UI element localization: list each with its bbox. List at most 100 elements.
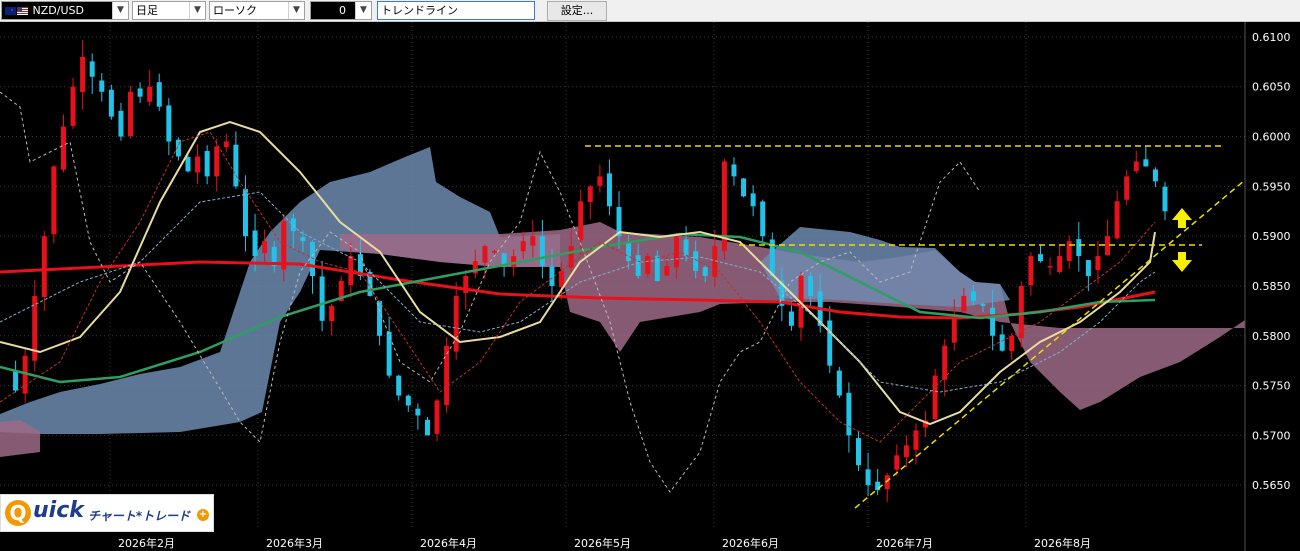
candle-down	[626, 241, 632, 262]
candle-up	[1018, 285, 1024, 339]
price-tick-label: 0.5700	[1252, 429, 1291, 442]
chart-type-label: ローソク	[213, 4, 257, 17]
candle-up	[645, 256, 651, 274]
candle-down	[300, 237, 306, 242]
candle-down	[424, 419, 430, 436]
candle-down	[741, 178, 747, 197]
price-chart[interactable]: 0.6100 0.6050 0.6000 0.5950 0.5900 0.5850 0.58…	[0, 22, 1300, 551]
candle-up	[932, 375, 938, 420]
candle-down	[1162, 186, 1168, 212]
candle-down	[396, 375, 402, 396]
chart-toolbar: NZD/USD ▼ 日足 ▼ ローソク ▼ 0 ▼ トレンドライン 設定...	[0, 0, 1300, 22]
candle-up	[262, 241, 268, 254]
price-tick-label: 0.5950	[1252, 180, 1291, 193]
candle-up	[1009, 335, 1015, 352]
candle-down	[242, 189, 248, 237]
candle-up	[1095, 256, 1101, 271]
candle-down	[137, 88, 143, 97]
candle-down	[108, 89, 114, 117]
candle-down	[89, 61, 95, 77]
candle-up	[453, 295, 459, 352]
candle-up	[329, 305, 335, 322]
candle-down	[606, 173, 612, 207]
candle-down	[836, 370, 842, 396]
candle-up	[1057, 256, 1063, 272]
timeframe-select[interactable]: 日足 ▼	[132, 1, 206, 20]
candle-up	[530, 236, 536, 246]
symbol-select[interactable]: NZD/USD ▼	[1, 1, 129, 20]
date-tick-label: 2026年6月	[722, 536, 779, 550]
candle-up	[195, 156, 201, 173]
date-tick-label: 2026年4月	[420, 536, 477, 550]
candle-up	[597, 176, 603, 186]
candle-up	[884, 475, 890, 490]
candle-up	[1047, 266, 1053, 268]
candle-up	[70, 86, 76, 126]
timeframe-label: 日足	[136, 4, 158, 17]
candle-down	[99, 80, 105, 92]
candle-down	[539, 236, 545, 267]
candle-up	[568, 246, 574, 268]
candle-down	[635, 255, 641, 276]
chevron-down-icon: ▼	[189, 2, 205, 19]
price-tick-label: 0.6100	[1252, 31, 1291, 44]
price-tick-label: 0.5750	[1252, 380, 1291, 393]
candle-down	[693, 251, 699, 272]
drawing-tool-label: トレンドライン	[381, 4, 458, 17]
candle-down	[654, 255, 660, 281]
candle-up	[1124, 176, 1130, 200]
candle-down	[990, 307, 996, 336]
candle-up	[578, 201, 584, 241]
candle-up	[961, 295, 967, 312]
chevron-down-icon: ▼	[355, 2, 371, 19]
candle-down	[310, 241, 316, 276]
symbol-label: NZD/USD	[32, 4, 84, 17]
candle-up	[223, 141, 229, 148]
candle-down	[549, 266, 555, 286]
candle-up	[894, 455, 900, 470]
quick-chart-trade-logo: Q uick チャート*トレード +	[0, 494, 214, 532]
settings-button[interactable]: 設定...	[547, 1, 607, 21]
date-tick-label: 2026年2月	[118, 536, 175, 550]
candle-up	[587, 186, 593, 203]
candle-up	[482, 246, 488, 263]
candle-down	[377, 300, 383, 336]
drawing-tool-name[interactable]: トレンドライン	[377, 1, 535, 20]
candle-down	[760, 201, 766, 237]
candle-up	[214, 146, 220, 177]
candle-up	[434, 400, 440, 434]
price-tick-label: 0.5800	[1252, 330, 1291, 343]
candle-down	[855, 438, 861, 466]
candle-down	[846, 392, 852, 436]
chart-type-select[interactable]: ローソク ▼	[209, 1, 305, 20]
price-tick-label: 0.5850	[1252, 280, 1291, 293]
candle-up	[903, 445, 909, 458]
candle-down	[808, 276, 814, 296]
candle-down	[788, 311, 794, 326]
candle-down	[1076, 239, 1082, 257]
candle-down	[1143, 159, 1149, 167]
candle-up	[60, 126, 66, 170]
price-tick-label: 0.5650	[1252, 479, 1291, 492]
candle-up	[1133, 161, 1139, 172]
price-tick-label: 0.6050	[1252, 81, 1291, 94]
candle-up	[80, 56, 86, 93]
candle-up	[1114, 201, 1120, 239]
date-tick-label: 2026年8月	[1034, 536, 1091, 550]
candle-up	[673, 236, 679, 268]
candle-up	[1066, 241, 1072, 261]
drawing-tool-select[interactable]: 0 ▼	[310, 1, 372, 20]
price-tick-label: 0.6000	[1252, 131, 1291, 144]
candle-up	[664, 266, 670, 276]
tool-select-label: 0	[339, 4, 346, 17]
candle-down	[233, 144, 239, 187]
candle-down	[1037, 254, 1043, 262]
candle-down	[405, 395, 411, 406]
candle-up	[51, 166, 57, 235]
date-tick-label: 2026年7月	[876, 536, 933, 550]
candle-down	[166, 105, 172, 142]
candle-up	[492, 251, 498, 253]
candle-down	[204, 151, 210, 177]
candle-down	[970, 291, 976, 301]
date-tick-label: 2026年3月	[266, 536, 323, 550]
